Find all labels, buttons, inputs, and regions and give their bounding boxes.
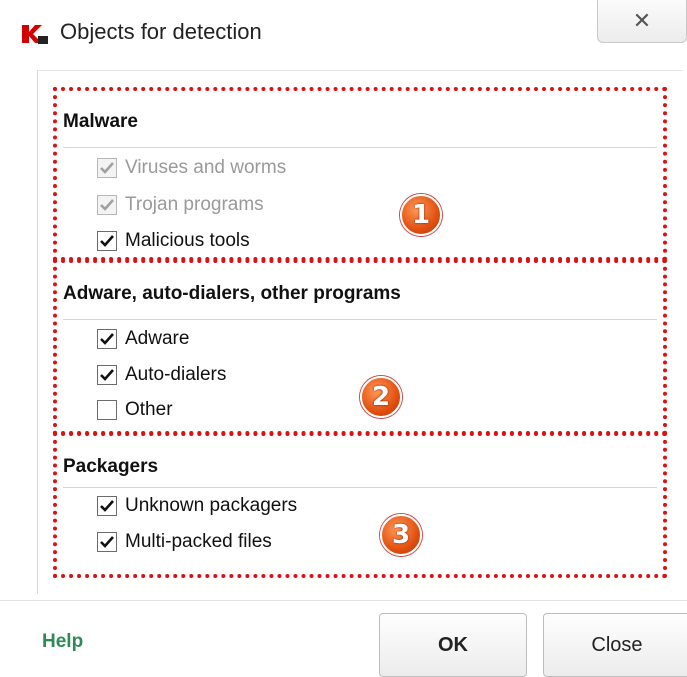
checkbox[interactable] (97, 195, 117, 215)
close-button-label: Close (591, 633, 643, 656)
option-label: Viruses and worms (125, 157, 287, 178)
option-label: Malicious tools (125, 230, 250, 251)
close-window-button[interactable]: ✕ (597, 0, 687, 43)
checkbox[interactable] (97, 329, 117, 349)
checkbox[interactable] (97, 496, 117, 516)
checkbox[interactable] (97, 158, 117, 178)
close-icon: ✕ (632, 8, 652, 33)
checkmark-icon (100, 199, 114, 211)
option-viruses-and-worms[interactable]: Viruses and worms (97, 157, 286, 179)
section-header: Packagers (63, 456, 159, 477)
option-label: Trojan programs (125, 194, 264, 215)
option-label: Auto-dialers (125, 364, 227, 385)
checkmark-icon (100, 500, 114, 512)
option-label: Multi-packed files (125, 531, 272, 552)
option-unknown-packagers[interactable]: Unknown packagers (97, 495, 297, 517)
checkmark-icon (100, 536, 114, 548)
packagers-section: Packagers Unknown packagers Multi-packed… (53, 432, 667, 578)
checkbox[interactable] (97, 532, 117, 552)
section-header: Malware (63, 111, 138, 132)
close-button[interactable]: Close (543, 613, 687, 677)
checkbox[interactable] (97, 231, 117, 251)
section-divider (63, 319, 657, 320)
adware-section: Adware, auto-dialers, other programs Adw… (53, 259, 667, 435)
ok-button[interactable]: OK (379, 613, 527, 677)
option-label: Adware (125, 328, 190, 349)
checkmark-icon (100, 333, 114, 345)
checkbox[interactable] (97, 365, 117, 385)
kaspersky-logo-icon (20, 22, 50, 46)
annotation-badge-2: 2 (360, 376, 402, 418)
dialog-footer: Help OK Close (0, 600, 687, 677)
title-bar: Objects for detection ✕ (0, 0, 687, 70)
checkmark-icon (100, 369, 114, 381)
malware-section: Malware Viruses and worms Trojan program… (53, 87, 667, 261)
checkmark-icon (100, 235, 114, 247)
option-other[interactable]: Other (97, 399, 173, 421)
checkmark-icon (100, 162, 114, 174)
annotation-badge-3: 3 (380, 514, 422, 556)
section-divider (63, 487, 657, 488)
option-label: Unknown packagers (125, 495, 298, 516)
ok-button-label: OK (438, 633, 468, 656)
option-adware[interactable]: Adware (97, 328, 189, 350)
help-link[interactable]: Help (42, 631, 83, 653)
section-header: Adware, auto-dialers, other programs (63, 283, 401, 304)
option-trojan-programs[interactable]: Trojan programs (97, 194, 264, 216)
option-label: Other (125, 399, 173, 420)
option-malicious-tools[interactable]: Malicious tools (97, 230, 250, 252)
window-title: Objects for detection (60, 19, 262, 44)
option-multi-packed-files[interactable]: Multi-packed files (97, 531, 272, 553)
checkbox[interactable] (97, 400, 117, 420)
section-divider (63, 147, 657, 148)
annotation-badge-1: 1 (400, 194, 442, 236)
option-auto-dialers[interactable]: Auto-dialers (97, 364, 226, 386)
